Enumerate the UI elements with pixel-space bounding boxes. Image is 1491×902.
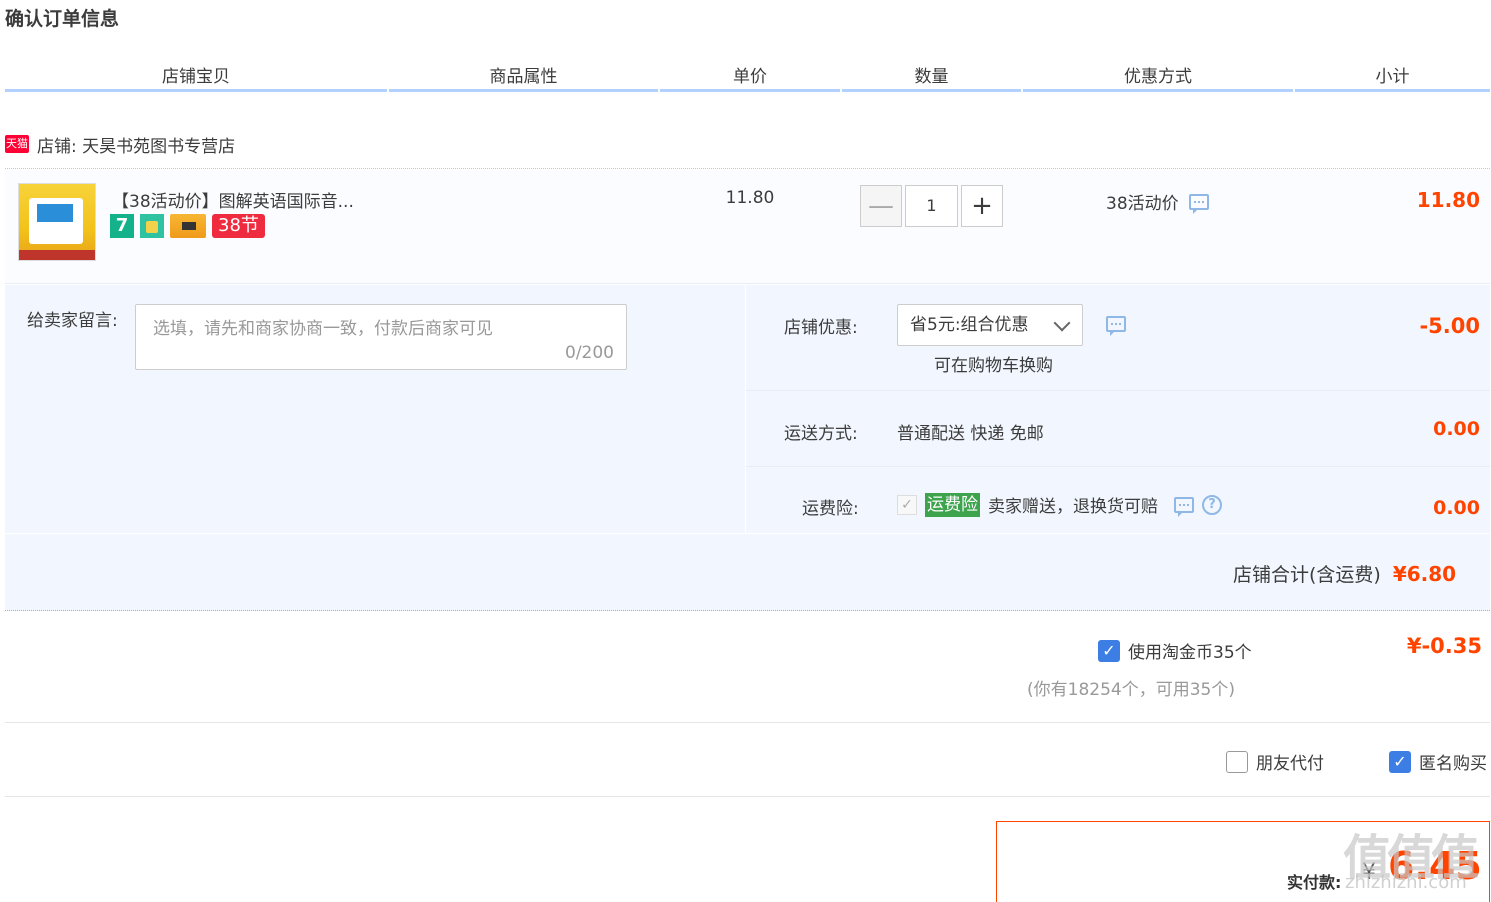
shipping-amount: 0.00 bbox=[1433, 418, 1480, 440]
use-coins-checkbox[interactable]: ✓ bbox=[1098, 639, 1120, 662]
chat-icon[interactable] bbox=[1106, 316, 1126, 336]
coins-note: (你有18254个，可用35个) bbox=[1027, 680, 1235, 700]
product-title-link[interactable]: 【38活动价】图解英语国际音... bbox=[112, 187, 354, 212]
store-discount-amount: -5.00 bbox=[1419, 314, 1480, 338]
insurance-checkbox: ✓ bbox=[897, 494, 917, 515]
anonymous-checkbox[interactable]: ✓ bbox=[1389, 750, 1411, 773]
chat-icon[interactable] bbox=[1174, 496, 1194, 517]
divider bbox=[5, 168, 1490, 169]
insurance-desc: 卖家赠送，退换货可赔 bbox=[988, 497, 1158, 517]
column-header-attributes: 商品属性 bbox=[389, 62, 658, 92]
insurance-row: ✓ 运费险 卖家赠送，退换货可赔 ? bbox=[897, 492, 1222, 517]
quantity-stepper: — 1 + bbox=[860, 185, 1003, 227]
message-placeholder: 选填，请先和商家协商一致，付款后商家可见 bbox=[153, 319, 493, 339]
anonymous-label[interactable]: 匿名购买 bbox=[1419, 749, 1487, 774]
shipping-label: 运送方式: bbox=[784, 424, 858, 444]
shopping-bag-icon[interactable] bbox=[140, 214, 164, 238]
seven-day-return-icon[interactable]: 7 bbox=[110, 214, 134, 238]
column-header-item: 店铺宝贝 bbox=[5, 62, 387, 92]
decrease-quantity-button[interactable]: — bbox=[860, 185, 902, 227]
column-header-quantity: 数量 bbox=[842, 62, 1021, 92]
product-thumbnail[interactable] bbox=[18, 183, 96, 261]
column-header-subtotal: 小计 bbox=[1295, 62, 1490, 92]
payment-label: 实付款: bbox=[1287, 873, 1342, 892]
insurance-label: 运费险: bbox=[802, 499, 859, 519]
friend-pay-option[interactable]: 朋友代付 bbox=[1226, 749, 1324, 774]
coins-row: ✓ 使用淘金币35个 bbox=[1098, 638, 1252, 663]
shipping-method: 普通配送 快递 免邮 bbox=[897, 424, 1044, 444]
promo-label: 38活动价 bbox=[1106, 194, 1179, 214]
column-header-discount: 优惠方式 bbox=[1023, 62, 1293, 92]
chevron-down-icon bbox=[1053, 314, 1071, 332]
store-total-amount: ¥6.80 bbox=[1392, 561, 1457, 586]
store-discount-note: 可在购物车换购 bbox=[934, 356, 1053, 376]
item-subtotal: 11.80 bbox=[1416, 188, 1480, 212]
friend-pay-checkbox[interactable] bbox=[1226, 750, 1248, 773]
use-coins-label[interactable]: 使用淘金币35个 bbox=[1128, 638, 1252, 663]
insurance-tag: 运费险 bbox=[925, 492, 980, 517]
friend-pay-label[interactable]: 朋友代付 bbox=[1256, 749, 1324, 774]
insurance-amount: 0.00 bbox=[1433, 497, 1480, 519]
divider bbox=[746, 390, 1490, 391]
store-total-label: 店铺合计(含运费) bbox=[1233, 564, 1381, 586]
message-char-count: 0/200 bbox=[565, 343, 614, 363]
store-discount-value: 省5元:组合优惠 bbox=[910, 315, 1029, 335]
chat-icon[interactable] bbox=[1188, 193, 1209, 214]
store-row: 天猫 店铺: 天昊书苑图书专营店 bbox=[5, 131, 235, 157]
store-discount-select[interactable]: 省5元:组合优惠 bbox=[897, 304, 1083, 346]
anonymous-purchase-option[interactable]: ✓ 匿名购买 bbox=[1389, 749, 1487, 774]
quantity-input[interactable]: 1 bbox=[905, 185, 958, 227]
tmall-icon: 天猫 bbox=[5, 135, 29, 153]
service-badges: 7 38节 bbox=[110, 214, 265, 238]
store-total: 店铺合计(含运费) ¥6.80 bbox=[1233, 560, 1456, 587]
column-header-unit-price: 单价 bbox=[660, 62, 840, 92]
page-title: 确认订单信息 bbox=[5, 8, 120, 30]
help-icon[interactable]: ? bbox=[1202, 494, 1222, 515]
store-name[interactable]: 店铺: 天昊书苑图书专营店 bbox=[37, 132, 235, 157]
festival-38-badge[interactable]: 38节 bbox=[212, 214, 265, 238]
message-label: 给卖家留言: bbox=[27, 311, 118, 331]
increase-quantity-button[interactable]: + bbox=[961, 185, 1003, 227]
coins-amount: ¥-0.35 bbox=[1406, 634, 1482, 658]
divider bbox=[5, 722, 1490, 723]
divider bbox=[746, 466, 1490, 467]
credit-card-icon[interactable] bbox=[170, 214, 206, 238]
unit-price: 11.80 bbox=[725, 188, 775, 208]
store-discount-label: 店铺优惠: bbox=[784, 318, 858, 338]
promo-method: 38活动价 bbox=[1106, 189, 1209, 214]
watermark-url: zhizhizhi.com bbox=[1345, 872, 1467, 893]
divider bbox=[5, 796, 1490, 797]
